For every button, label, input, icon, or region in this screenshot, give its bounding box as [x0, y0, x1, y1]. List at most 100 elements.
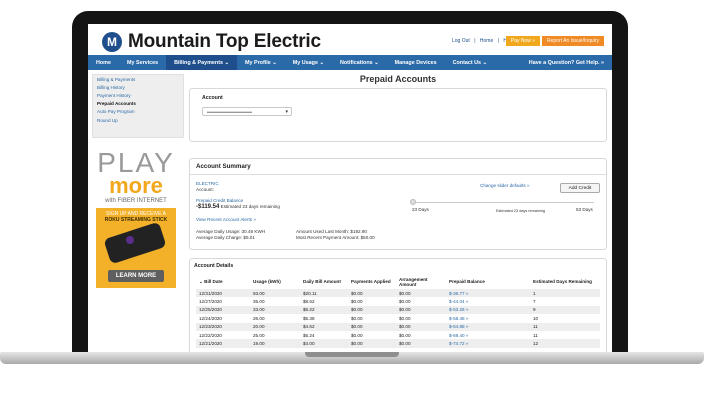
cell-usage: 33.00	[250, 305, 300, 315]
cell-daily-bill: $5.38	[303, 315, 315, 321]
account-details-card: Account Details ⌄ Bill Date Usage (kWh) …	[189, 258, 607, 352]
cell-days-remaining: 9	[530, 305, 600, 315]
laptop-notch	[305, 352, 399, 357]
cell-payments: $0.00	[351, 315, 363, 321]
column-header-days-remaining[interactable]: Estimated Days Remaining	[530, 274, 600, 289]
cell-arrangement: $0.00	[399, 332, 411, 338]
recent-payment: Most Recent Payment Amount: $50.00	[296, 235, 375, 240]
cell-payments: $0.00	[348, 289, 396, 298]
separator: |	[497, 38, 499, 44]
cell-daily-bill: $4.62	[300, 322, 348, 331]
learn-more-button[interactable]: LEARN MORE	[108, 270, 164, 282]
sidebar-item-round-up[interactable]: Round Up	[93, 116, 183, 124]
recent-alerts-link[interactable]: View Recent Account Alerts »	[196, 217, 256, 222]
nav-get-help[interactable]: Have a Question? Get Help. »	[521, 55, 612, 70]
cell-usage: 93.00	[250, 289, 300, 298]
nav-home[interactable]: Home	[88, 55, 119, 70]
cell-payments: $0.00	[348, 322, 396, 331]
cell-usage: 25.00	[253, 332, 265, 338]
slider-mid-label: Estimated 23 days remaining	[496, 209, 545, 213]
column-header-payments[interactable]: Payments Applied	[348, 274, 396, 289]
change-slider-link[interactable]: Change slider defaults »	[480, 183, 530, 188]
table-row: 12/31/2020 93.00 $20.11 $0.00 $0.00 $-36…	[196, 289, 600, 298]
cell-bill-date: 12/25/2020	[196, 305, 250, 315]
cell-prepaid-balance[interactable]: $-64.88 »	[446, 322, 530, 331]
brand-name: Mountain Top Electric	[128, 31, 321, 52]
cell-daily-bill: $6.22	[300, 305, 348, 315]
report-issue-button[interactable]: Report An Issue/Inquiry	[542, 36, 604, 46]
column-header-daily-bill[interactable]: Daily Bill Amount	[300, 274, 348, 289]
nav-billing-payments[interactable]: Billing & Payments ⌄	[166, 55, 237, 70]
service-type[interactable]: ELECTRIC	[196, 181, 219, 186]
nav-my-profile[interactable]: My Profile ⌄	[237, 55, 285, 70]
cell-usage: 20.00	[250, 322, 300, 331]
account-card: Account ▬▬▬▬▬▬▬▬▬▬ ▾	[189, 88, 607, 142]
cell-bill-date: 12/31/2020	[196, 289, 250, 298]
promo-roku-box: SIGN UP AND RECEIVE A ROKU STREAMING STI…	[96, 208, 176, 288]
cell-bill-date: 12/23/2020	[196, 322, 250, 331]
cell-arrangement: $0.00	[399, 315, 411, 321]
table-row: 12/25/2020 33.00 $6.22 $0.00 $0.00 $-53.…	[196, 305, 600, 315]
cell-bill-date: 12/21/2020	[196, 339, 250, 348]
cell-prepaid-balance[interactable]: $-58.48 »	[446, 314, 530, 322]
cell-prepaid-balance[interactable]: $-74.72 »	[446, 339, 530, 348]
logout-link[interactable]: Log Out	[452, 38, 470, 44]
column-header-bill-date[interactable]: ⌄ Bill Date	[196, 274, 250, 289]
cell-prepaid-balance[interactable]: $-44.04 »	[446, 297, 530, 305]
cell-days-remaining: 12	[530, 339, 600, 348]
column-header-arrangement[interactable]: Arrangement Amount	[396, 274, 446, 289]
cell-days-remaining: 11	[530, 322, 600, 331]
cell-prepaid-balance[interactable]: $-36.77 »	[446, 289, 530, 298]
add-credit-button[interactable]: Add Credit	[560, 183, 600, 193]
cell-prepaid-balance[interactable]: $-69.40 »	[446, 331, 530, 339]
remote-button-icon	[126, 236, 134, 244]
sidebar: Billing & Payments Billing History Payme…	[92, 74, 184, 138]
days-slider-track[interactable]	[412, 202, 594, 203]
main-content: Prepaid Accounts Account ▬▬▬▬▬▬▬▬▬▬ ▾ Ac…	[189, 74, 607, 352]
cell-prepaid-balance[interactable]: $-53.26 »	[446, 305, 530, 315]
fiber-promo-banner[interactable]: PLAY more with FIBER INTERNET SIGN UP AN…	[96, 149, 176, 288]
nav-manage-devices[interactable]: Manage Devices	[387, 55, 445, 70]
cell-days-remaining: 11	[533, 332, 538, 338]
table-row: 12/22/2020 25.00 $5.24 $0.00 $0.00 $-69.…	[196, 331, 600, 339]
cell-daily-bill: $4.00	[300, 339, 348, 348]
amount-last-month: Amount Used Last Month: $192.90	[296, 229, 367, 234]
column-header-prepaid-balance[interactable]: Prepaid Balance	[446, 274, 530, 289]
balance-value: -$119.54	[196, 204, 220, 210]
sidebar-item-payment-history[interactable]: Payment History	[93, 91, 183, 99]
column-header-usage[interactable]: Usage (kWh)	[250, 274, 300, 289]
prepaid-balance-label: Prepaid Credit Balance	[196, 198, 244, 203]
days-slider-handle[interactable]	[410, 199, 416, 205]
table-row: 12/23/2020 20.00 $4.62 $0.00 $0.00 $-64.…	[196, 322, 600, 331]
balance-note: Estimated 23 days remaining	[220, 204, 280, 209]
page-title: Prepaid Accounts	[359, 74, 437, 84]
table-header-row: ⌄ Bill Date Usage (kWh) Daily Bill Amoun…	[196, 274, 600, 289]
slider-right-label: 53 Days	[576, 207, 593, 212]
browser-screen: M Mountain Top Electric Log Out | Home |…	[88, 24, 612, 352]
sidebar-item-billing-payments[interactable]: Billing & Payments	[93, 75, 183, 83]
avg-daily-usage: Average Daily Usage: 30.49 KWH	[196, 229, 266, 234]
cell-days-remaining: 10	[533, 315, 539, 321]
avg-daily-charge: Average Daily Charge: $5.01	[196, 235, 255, 240]
cell-arrangement: $0.00	[396, 305, 446, 315]
cell-usage: 19.00	[250, 339, 300, 348]
home-link[interactable]: Home	[480, 38, 493, 44]
sidebar-item-billing-history[interactable]: Billing History	[93, 83, 183, 91]
promo-roku-text: ROKU STREAMING STICK	[104, 217, 168, 223]
pay-now-button[interactable]: Pay Now »	[506, 36, 540, 46]
sidebar-item-auto-pay[interactable]: Auto Pay Program	[93, 108, 183, 116]
cell-days-remaining: 1	[530, 289, 600, 298]
table-row: 12/21/2020 19.00 $4.00 $0.00 $0.00 $-74.…	[196, 339, 600, 348]
cell-payments: $0.00	[348, 339, 396, 348]
account-select[interactable]: ▬▬▬▬▬▬▬▬▬▬ ▾	[202, 107, 292, 116]
nav-notifications[interactable]: Notifications ⌄	[332, 55, 387, 70]
brand-logo[interactable]: M Mountain Top Electric	[102, 30, 321, 54]
nav-contact-us[interactable]: Contact Us ⌄	[445, 55, 495, 70]
cell-arrangement: $0.00	[399, 299, 411, 305]
sidebar-item-prepaid-accounts[interactable]: Prepaid Accounts	[93, 100, 183, 108]
mountain-logo-icon: M	[102, 32, 122, 52]
nav-my-usage[interactable]: My Usage ⌄	[285, 55, 332, 70]
cell-days-remaining: 7	[533, 299, 536, 305]
nav-my-services[interactable]: My Services	[119, 55, 166, 70]
cell-bill-date: 12/27/2020	[199, 299, 222, 305]
